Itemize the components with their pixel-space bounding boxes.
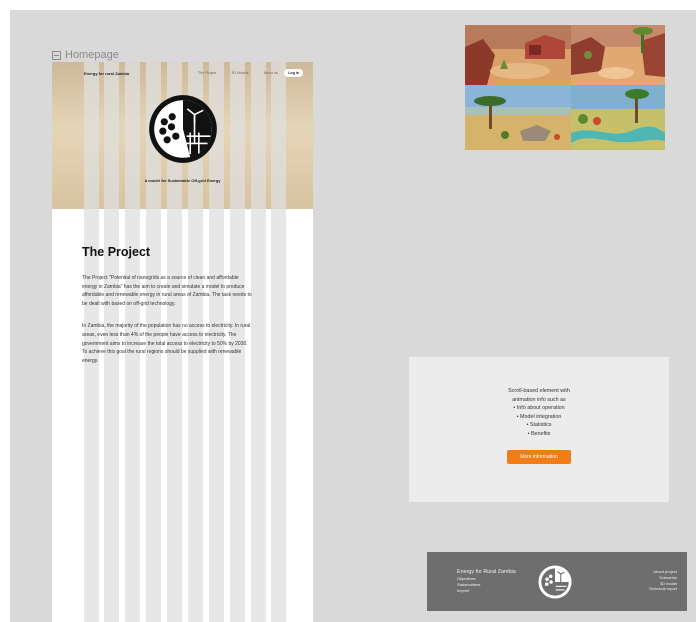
footer-link-technical-report[interactable]: Technical report <box>649 586 677 592</box>
info-box-text: Scroll-based element with animation info… <box>409 387 669 439</box>
3d-model-thumbnails <box>465 25 665 150</box>
homepage-frame: Energy for rural Zambia The Project 3D M… <box>52 62 313 622</box>
info-list-item: Benefits <box>409 430 669 439</box>
thumbnail-desert-canyon[interactable] <box>571 25 665 85</box>
footer-title: Energy for Rural Zambia <box>457 569 516 575</box>
grid-column <box>251 62 266 622</box>
scroll-animation-placeholder: Scroll-based element with animation info… <box>409 357 669 502</box>
footer-link-imprint[interactable]: Imprint <box>457 588 516 594</box>
frame-label-text: Homepage <box>65 49 119 61</box>
frame-icon <box>52 50 61 60</box>
login-button[interactable]: Log in <box>284 69 303 77</box>
nav-link-3d-models[interactable]: 3D Models <box>231 71 248 75</box>
info-intro-line: Scroll-based element with <box>508 388 570 394</box>
frame-label[interactable]: Homepage <box>52 49 119 61</box>
hero-tagline: A model for Sustainable Off-grid Energy <box>144 178 221 183</box>
site-navbar: Energy for rural Zambia The Project 3D M… <box>52 62 313 84</box>
thumbnail-river-oasis[interactable] <box>571 85 665 150</box>
nav-link-about[interactable]: About us <box>264 71 278 75</box>
grid-column <box>271 62 286 622</box>
footer-logo <box>538 565 572 599</box>
footer-left: Energy for Rural Zambia Objectives Stake… <box>457 569 516 594</box>
info-list-item: Model integration <box>409 413 669 422</box>
nav-link-project[interactable]: The Project <box>198 71 216 75</box>
site-brand[interactable]: Energy for rural Zambia <box>84 71 164 76</box>
site-footer: Energy for Rural Zambia Objectives Stake… <box>427 552 687 611</box>
project-section: The Project The Project "Potential of na… <box>82 245 252 379</box>
info-list-item: Info about operation <box>409 404 669 413</box>
more-information-button[interactable]: More information <box>507 450 571 464</box>
project-paragraph: In Zambia, the majority of the populatio… <box>82 323 251 364</box>
info-list: Info about operation Model integration S… <box>409 404 669 438</box>
footer-link-about-project[interactable]: About project <box>649 569 677 575</box>
info-list-item: Statistics <box>409 421 669 430</box>
footer-right: About project Scenarios 3D model Technic… <box>649 569 677 592</box>
project-paragraph: The Project "Potential of nanogrids as a… <box>82 275 252 307</box>
project-title: The Project <box>82 245 151 259</box>
nav-links: The Project 3D Models About us <box>164 71 284 75</box>
thumbnail-savanna[interactable] <box>465 85 571 150</box>
site-logo <box>149 95 217 163</box>
thumbnail-desert-village[interactable] <box>465 25 571 85</box>
info-intro-line: animation info such as <box>512 396 566 403</box>
